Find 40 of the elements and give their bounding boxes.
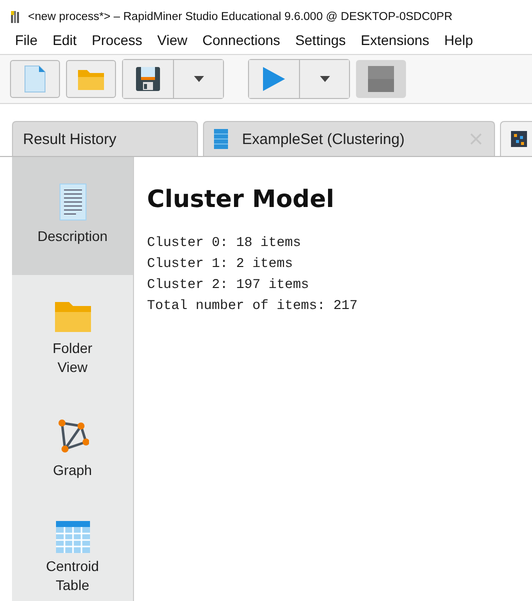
sidebar-item[interactable]: Centroid Table xyxy=(12,511,133,601)
tab-label: Result History xyxy=(23,130,118,148)
play-icon xyxy=(262,66,286,92)
stop-icon xyxy=(368,66,394,92)
menu-item[interactable]: Connections xyxy=(202,32,280,54)
menu-item[interactable]: Process xyxy=(92,32,142,54)
tab[interactable]: ExampleSet (Clustering) xyxy=(203,121,495,156)
sidebar-item[interactable]: Graph xyxy=(12,393,133,511)
table-icon xyxy=(56,521,90,553)
caret-icon xyxy=(320,76,330,82)
caret-icon xyxy=(194,76,204,82)
menu-item[interactable]: Extensions xyxy=(360,32,430,54)
text-line: Cluster 2: 197 items xyxy=(147,277,310,295)
text-line: Total number of items: 217 xyxy=(147,298,359,316)
open-button[interactable] xyxy=(66,60,116,98)
menu-item[interactable]: View xyxy=(157,32,188,54)
sidebar-item[interactable]: Description xyxy=(12,157,133,275)
heading: Cluster Model xyxy=(147,185,336,213)
table-icon xyxy=(214,129,228,149)
close-icon[interactable] xyxy=(470,133,482,145)
document-icon xyxy=(58,183,86,221)
menu-item[interactable]: Settings xyxy=(295,32,346,54)
folder-icon xyxy=(54,301,92,333)
new-process-button[interactable] xyxy=(10,60,60,98)
app-logo-icon xyxy=(10,10,22,24)
graph-icon xyxy=(56,419,88,455)
sidebar-item[interactable]: Folder View xyxy=(12,275,133,393)
menu-item[interactable]: Edit xyxy=(52,32,77,54)
tab[interactable] xyxy=(500,121,532,156)
new-document-icon xyxy=(24,65,46,93)
scatter-plot-icon xyxy=(511,131,527,147)
menu-item[interactable]: Help xyxy=(444,32,474,54)
window-title: <new process*> – RapidMiner Studio Educational 9.6.000 @ DESKTOP-0SDC0PR xyxy=(28,11,452,23)
text-line: Cluster 0: 18 items xyxy=(147,235,302,253)
dropdown-button[interactable] xyxy=(299,60,349,98)
tab[interactable]: Result History xyxy=(12,121,198,156)
folder-icon xyxy=(77,67,105,91)
menu-item[interactable]: File xyxy=(15,32,38,54)
text-line: Cluster 1: 2 items xyxy=(147,256,294,274)
tab-label: ExampleSet (Clustering) xyxy=(242,130,406,148)
